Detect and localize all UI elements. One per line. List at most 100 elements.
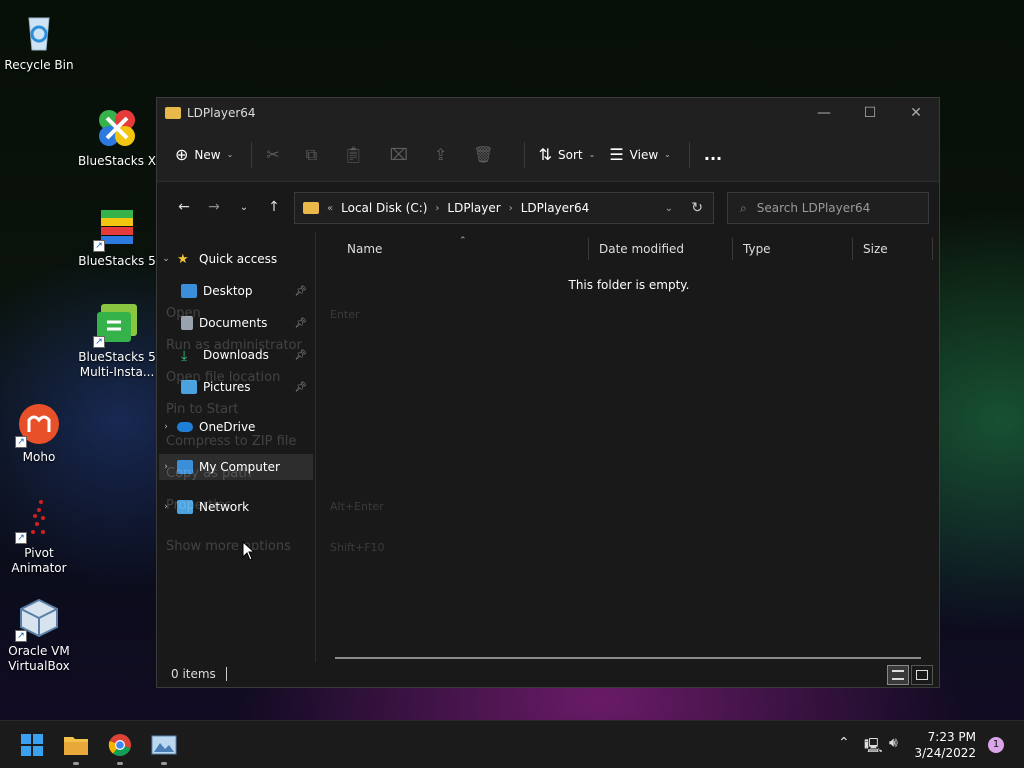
desktop-icon-recycle-bin[interactable]: Recycle Bin xyxy=(0,10,79,73)
ghost-menu-properties: Properties xyxy=(166,498,232,513)
desktop-icon-bluestacks-multi-instance[interactable]: ↗ BlueStacks 5 Multi-Insta... xyxy=(77,302,157,380)
pin-icon: 📌︎ xyxy=(294,317,307,329)
forward-arrow-icon[interactable]: → xyxy=(199,199,229,215)
shortcut-arrow-icon: ↗ xyxy=(15,630,27,642)
desktop-icon-pivot-animator[interactable]: ↗ Pivot Animator xyxy=(0,498,79,576)
paste-icon[interactable]: 📋︎ xyxy=(343,145,363,164)
search-icon: ⌕ xyxy=(740,200,747,215)
address-bar[interactable]: « Local Disk (C:) › LDPlayer › LDPlayer6… xyxy=(294,192,714,224)
running-indicator xyxy=(117,762,123,765)
nav-label: Quick access xyxy=(199,252,278,266)
delete-icon[interactable]: 🗑︎ xyxy=(473,145,493,164)
sort-icon: ⇅ xyxy=(538,145,553,164)
close-button[interactable]: ✕ xyxy=(893,98,939,128)
refresh-icon[interactable]: ↻ xyxy=(691,200,703,216)
moho-icon: ↗ xyxy=(15,402,61,448)
recycle-bin-icon xyxy=(17,10,61,54)
desktop-icon xyxy=(181,284,197,298)
maximize-button[interactable]: ☐ xyxy=(847,98,893,128)
breadcrumb-ldplayer64[interactable]: LDPlayer64 xyxy=(521,201,590,215)
taskbar-app[interactable] xyxy=(148,729,180,765)
ghost-shortcut-enter: Enter xyxy=(330,308,360,321)
bluestacks-5-icon: ↗ xyxy=(93,206,139,252)
desktop-icon-moho[interactable]: ↗ Moho xyxy=(0,402,79,465)
ghost-menu-open-location: Open file location xyxy=(166,370,281,385)
volume-icon[interactable]: 🔊︎ xyxy=(889,735,898,751)
back-arrow-icon[interactable]: ← xyxy=(169,199,199,215)
breadcrumb-ldplayer[interactable]: LDPlayer xyxy=(447,201,500,215)
minimize-button[interactable]: — xyxy=(801,98,847,128)
folder-icon xyxy=(165,107,181,119)
title-bar[interactable]: LDPlayer64 — ☐ ✕ xyxy=(157,98,939,128)
network-status-icon[interactable]: 🖳︎ xyxy=(864,735,883,759)
taskbar: ⌃ 🖳︎ 🔊︎ 7:23 PM 3/24/2022 1 xyxy=(0,720,1024,768)
start-button[interactable] xyxy=(16,729,48,761)
sort-label: Sort xyxy=(558,147,583,162)
details-view-button[interactable] xyxy=(887,665,909,685)
chevron-down-icon: ⌄ xyxy=(226,150,234,159)
notification-badge[interactable]: 1 xyxy=(988,737,1004,753)
nav-quick-access[interactable]: ⌄ ★ Quick access xyxy=(159,246,313,272)
ghost-menu-pin-start: Pin to Start xyxy=(166,402,239,417)
horizontal-scrollbar[interactable] xyxy=(335,657,921,659)
command-bar: ⊕ New ⌄ ✂ ⧉ 📋︎ ⌧ ⇪ 🗑︎ ⇅ Sort ⌄ ☰ View ⌄ … xyxy=(157,128,939,182)
copy-icon[interactable]: ⧉ xyxy=(306,145,317,165)
taskbar-file-explorer[interactable] xyxy=(60,729,92,765)
more-icon: ... xyxy=(703,145,723,164)
divider xyxy=(251,141,253,168)
desktop-icon-virtualbox[interactable]: ↗ Oracle VM VirtualBox xyxy=(0,596,79,674)
column-header-size[interactable]: Size xyxy=(853,238,933,260)
desktop-icon-label: Recycle Bin xyxy=(4,58,74,72)
cut-icon[interactable]: ✂ xyxy=(266,145,279,164)
file-explorer-window[interactable]: LDPlayer64 — ☐ ✕ ⊕ New ⌄ ✂ ⧉ 📋︎ ⌧ ⇪ 🗑︎ ⇅… xyxy=(156,97,940,688)
column-header-name[interactable]: Name xyxy=(317,238,589,260)
overflow-chevron-icon[interactable]: « xyxy=(327,203,333,214)
ghost-shortcut-shift-f10: Shift+F10 xyxy=(330,541,385,554)
rename-icon[interactable]: ⌧ xyxy=(389,145,407,164)
sort-ascending-icon: ⌃ xyxy=(459,236,467,246)
shortcut-arrow-icon: ↗ xyxy=(93,336,105,348)
shortcut-arrow-icon: ↗ xyxy=(93,240,105,252)
column-header-type[interactable]: Type xyxy=(733,238,853,260)
breadcrumb-local-disk[interactable]: Local Disk (C:) xyxy=(341,201,427,215)
desktop-icon-label: Moho xyxy=(22,450,56,464)
search-box[interactable]: ⌕ xyxy=(727,192,929,224)
show-hidden-icons-chevron[interactable]: ⌃ xyxy=(838,735,850,751)
more-options-button[interactable]: ... xyxy=(704,145,722,164)
up-arrow-icon[interactable]: ↑ xyxy=(259,199,289,215)
new-label: New xyxy=(194,147,221,162)
nav-desktop[interactable]: Desktop 📌︎ xyxy=(159,278,313,304)
status-divider xyxy=(225,667,227,681)
bluestacks-multi-instance-icon: ↗ xyxy=(93,302,139,348)
nav-label: OneDrive xyxy=(199,420,256,434)
sort-button[interactable]: ⇅ Sort ⌄ xyxy=(539,145,596,164)
tiles-view-button[interactable] xyxy=(911,665,933,685)
view-button[interactable]: ☰ View ⌄ xyxy=(609,145,671,164)
windows-logo-icon xyxy=(21,734,43,756)
divider xyxy=(523,141,525,168)
pin-icon: 📌︎ xyxy=(294,381,307,393)
image-viewer-icon xyxy=(151,735,177,755)
star-icon: ★ xyxy=(177,252,189,267)
taskbar-chrome[interactable] xyxy=(104,729,136,765)
window-title: LDPlayer64 xyxy=(187,106,256,120)
recent-locations-chevron-icon[interactable]: ⌄ xyxy=(229,202,259,213)
address-dropdown-icon[interactable]: ⌄ xyxy=(665,203,673,214)
divider xyxy=(688,141,690,168)
desktop-icon-bluestacks-5[interactable]: ↗ BlueStacks 5 xyxy=(77,206,157,269)
desktop-icon-bluestacks-x[interactable]: BlueStacks X xyxy=(77,106,157,169)
clock-time: 7:23 PM xyxy=(927,730,976,744)
clock[interactable]: 7:23 PM 3/24/2022 xyxy=(914,729,976,761)
expand-chevron-icon[interactable]: › xyxy=(159,422,173,432)
chevron-down-icon: ⌄ xyxy=(664,150,671,159)
search-input[interactable] xyxy=(756,201,907,215)
chevron-right-icon: › xyxy=(508,202,513,214)
share-icon[interactable]: ⇪ xyxy=(434,145,447,164)
expand-chevron-icon[interactable]: ⌄ xyxy=(159,254,173,264)
column-header-date-modified[interactable]: Date modified xyxy=(589,238,733,260)
pane-divider[interactable] xyxy=(315,232,316,662)
bluestacks-x-icon xyxy=(95,106,139,150)
ghost-menu-run-as-admin: Run as administrator xyxy=(166,338,302,353)
new-button[interactable]: ⊕ New ⌄ xyxy=(175,145,233,164)
ghost-menu-copy-path: Copy as path xyxy=(166,466,252,481)
